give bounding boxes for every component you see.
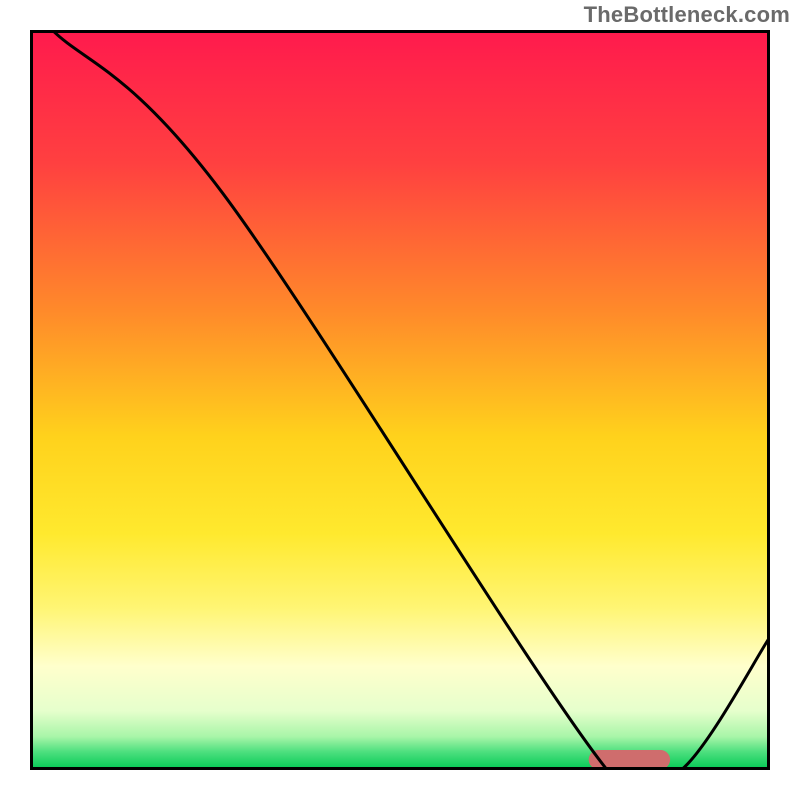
watermark-text: TheBottleneck.com: [584, 2, 790, 28]
gradient-background: [30, 30, 770, 770]
chart-canvas: TheBottleneck.com: [0, 0, 800, 800]
plot-area: [30, 30, 770, 770]
plot-svg: [30, 30, 770, 770]
